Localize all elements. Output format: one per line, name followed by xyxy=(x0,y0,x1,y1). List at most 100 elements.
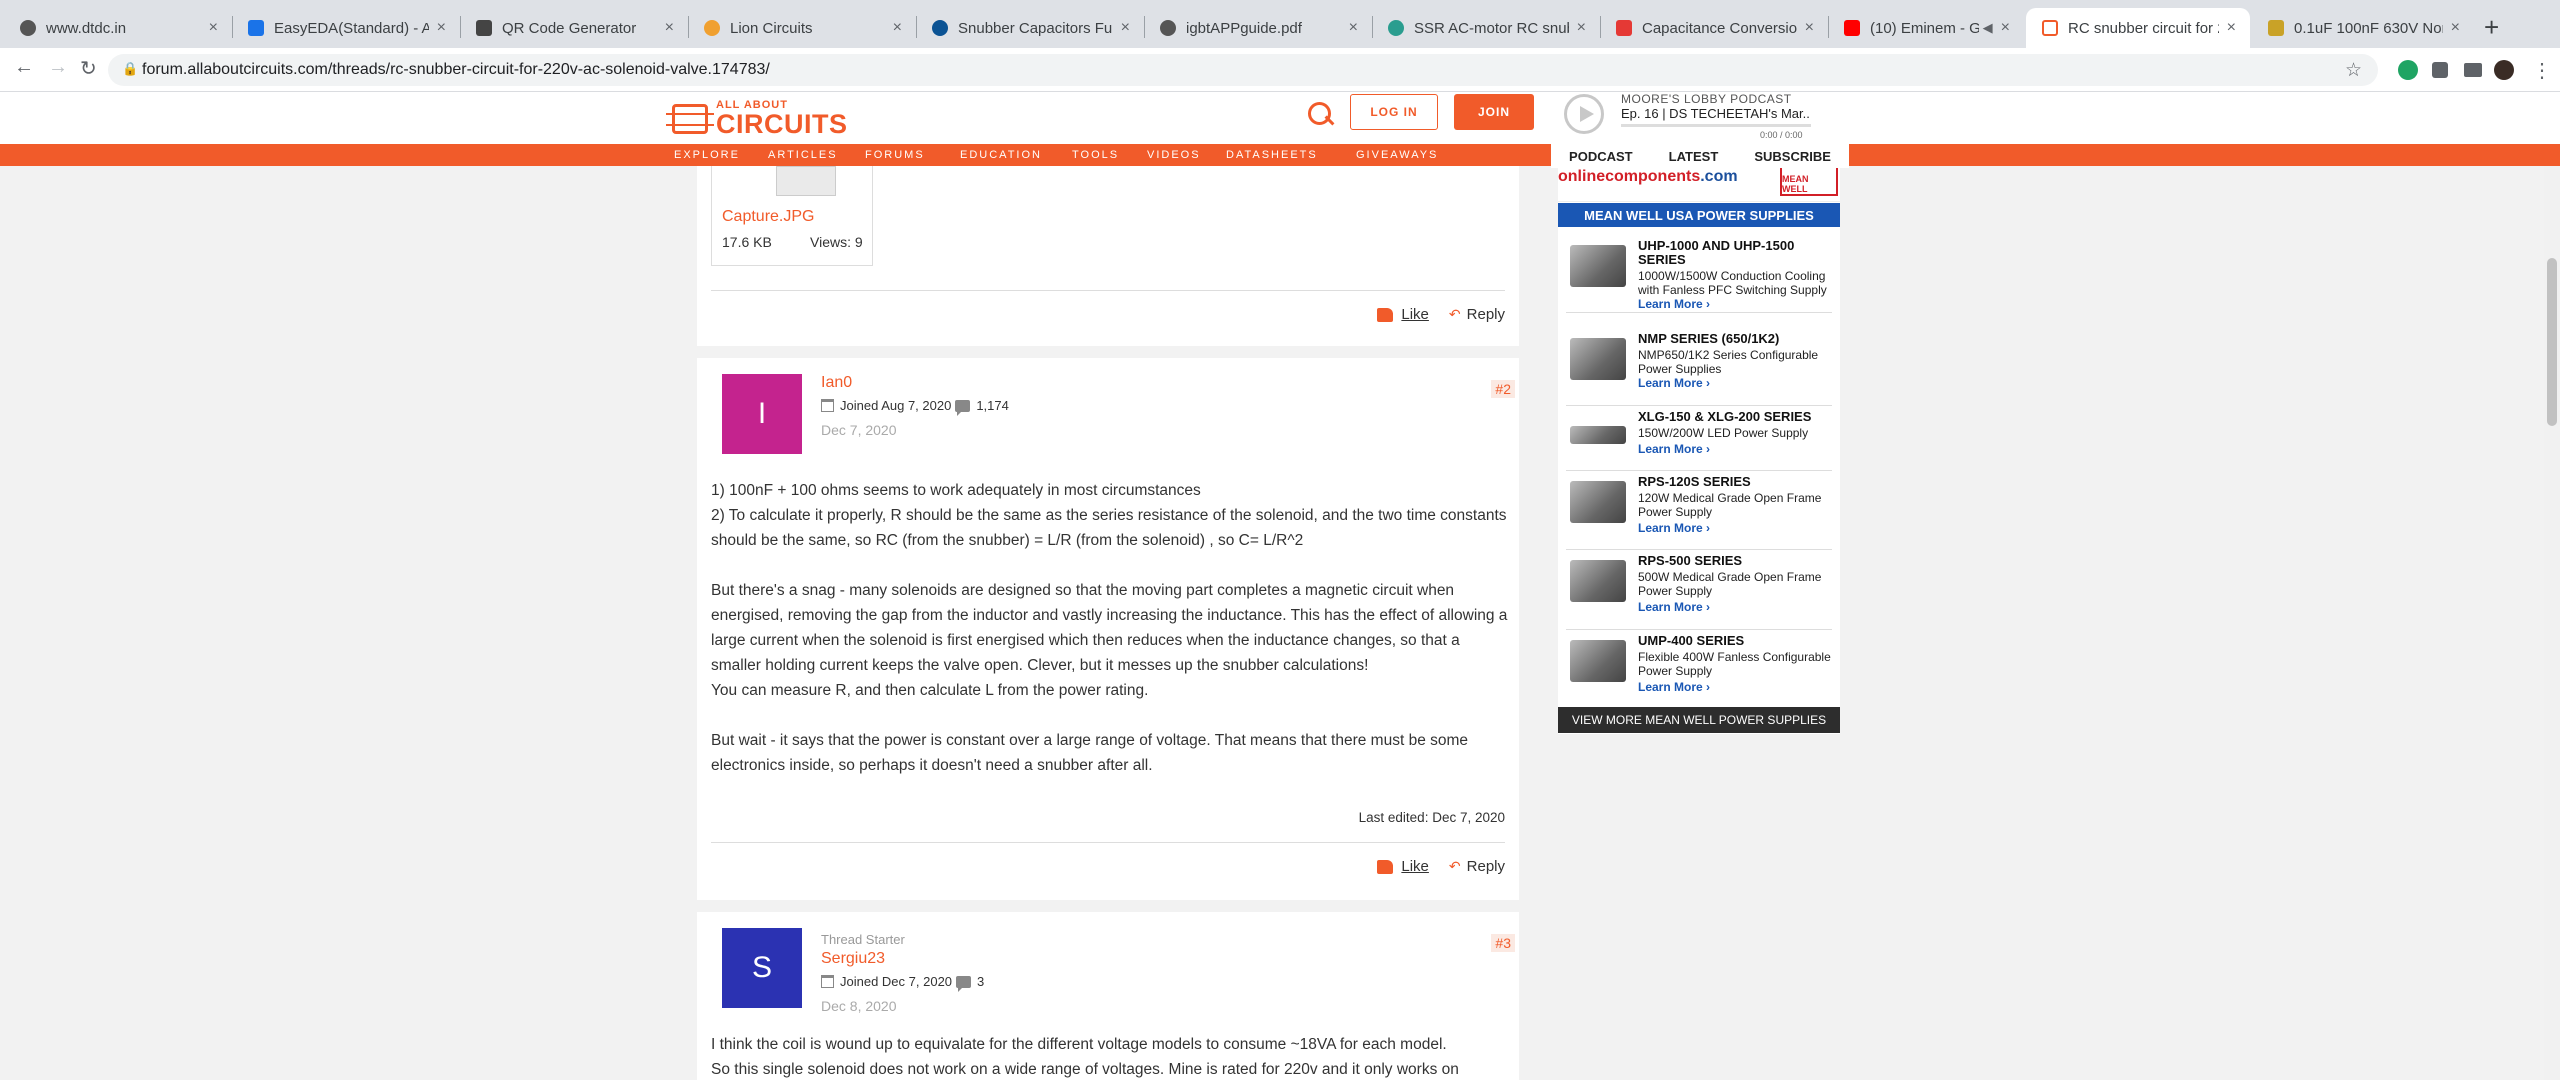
browser-tab[interactable]: igbtAPPguide.pdf × xyxy=(1144,8,1372,48)
nav-videos[interactable]: VIDEOS xyxy=(1147,149,1201,161)
tab-close-icon[interactable]: × xyxy=(437,19,446,37)
thread-starter-badge: Thread Starter xyxy=(821,932,905,947)
ad-product-title: NMP SERIES (650/1K2) xyxy=(1638,331,1780,346)
back-arrow-icon[interactable]: ← xyxy=(14,56,34,79)
attachment-card[interactable]: Capture.JPG 17.6 KB Views: 9 xyxy=(711,166,873,266)
url-text[interactable]: forum.allaboutcircuits.com/threads/rc-sn… xyxy=(142,61,770,79)
nav-forums[interactable]: FORUMS xyxy=(865,149,925,161)
login-button[interactable]: LOG IN xyxy=(1350,94,1438,130)
browser-tab[interactable]: SSR AC-motor RC snubber · × xyxy=(1372,8,1600,48)
tab-close-icon[interactable]: × xyxy=(1349,19,1358,37)
ad-learn-more-link[interactable]: Learn More › xyxy=(1638,297,1710,311)
play-icon[interactable] xyxy=(1564,94,1604,134)
browser-menu-icon[interactable]: ⋮ xyxy=(2532,58,2552,83)
browser-tab[interactable]: Lion Circuits × xyxy=(688,8,916,48)
ad-product-item[interactable]: RPS-500 SERIES 500W Medical Grade Open F… xyxy=(1566,550,1832,630)
extensions-puzzle-icon[interactable] xyxy=(2432,62,2448,78)
avatar[interactable]: S xyxy=(722,928,802,1008)
post-number[interactable]: #3 xyxy=(1491,934,1515,952)
bookmark-star-icon[interactable]: ☆ xyxy=(2345,59,2362,82)
ad-product-item[interactable]: UMP-400 SERIES Flexible 400W Fanless Con… xyxy=(1566,630,1832,708)
tab-close-icon[interactable]: × xyxy=(2451,19,2460,37)
site-logo[interactable]: ALL ABOUT CIRCUITS xyxy=(666,100,848,138)
join-button[interactable]: JOIN xyxy=(1454,94,1534,130)
podcast-episode[interactable]: Ep. 16 | DS TECHEETAH's Mar... xyxy=(1621,106,1811,121)
address-bar[interactable]: 🔒 forum.allaboutcircuits.com/threads/rc-… xyxy=(108,54,2378,86)
forward-arrow-icon[interactable]: → xyxy=(48,56,68,79)
ad-learn-more-link[interactable]: Learn More › xyxy=(1638,600,1710,614)
ad-learn-more-link[interactable]: Learn More › xyxy=(1638,680,1710,694)
ad-learn-more-link[interactable]: Learn More › xyxy=(1638,521,1710,535)
calendar-icon xyxy=(821,975,834,988)
avatar[interactable]: I xyxy=(722,374,802,454)
nav-explore[interactable]: EXPLORE xyxy=(674,149,740,161)
tab-latest[interactable]: LATEST xyxy=(1669,149,1719,164)
tab-close-icon[interactable]: × xyxy=(1577,19,1586,37)
post-number[interactable]: #2 xyxy=(1491,380,1515,398)
ad-product-title: UHP-1000 AND UHP-1500 SERIES xyxy=(1638,238,1795,267)
browser-tab[interactable]: Snubber Capacitors Functio × xyxy=(916,8,1144,48)
tab-audio-icon[interactable]: ◀ xyxy=(1983,20,1993,36)
browser-tab-active[interactable]: RC snubber circuit for 220V × xyxy=(2026,8,2250,48)
ad-learn-more-link[interactable]: Learn More › xyxy=(1638,442,1710,456)
nav-education[interactable]: EDUCATION xyxy=(960,149,1042,161)
ad-brand-domain: .com xyxy=(1700,168,1738,185)
podcast-progress-bar[interactable] xyxy=(1621,124,1811,127)
attachment-name[interactable]: Capture.JPG xyxy=(722,208,814,226)
tab-favicon-icon xyxy=(248,20,264,36)
reply-button[interactable]: Reply xyxy=(1467,858,1505,875)
profile-avatar[interactable] xyxy=(2494,60,2514,80)
post-username[interactable]: Sergiu23 xyxy=(821,950,885,968)
nav-articles[interactable]: ARTICLES xyxy=(768,149,838,161)
page-scrollbar-thumb[interactable] xyxy=(2547,258,2557,426)
like-icon[interactable] xyxy=(1377,307,1394,322)
nav-giveaways[interactable]: GIVEAWAYS xyxy=(1356,149,1438,161)
tab-close-icon[interactable]: × xyxy=(1121,19,1130,37)
reply-icon[interactable]: ↶ xyxy=(1449,306,1461,323)
tab-close-icon[interactable]: × xyxy=(209,19,218,37)
grammarly-extension-icon[interactable] xyxy=(2398,60,2418,80)
tab-podcast[interactable]: PODCAST xyxy=(1569,149,1633,164)
post-paragraph: 2) To calculate it properly, R should be… xyxy=(711,507,1507,549)
post-paragraph: So this single solenoid does not work on… xyxy=(711,1061,1459,1078)
reading-list-icon[interactable] xyxy=(2464,63,2482,77)
tab-close-icon[interactable]: × xyxy=(1805,19,1814,37)
reply-icon[interactable]: ↶ xyxy=(1449,858,1461,875)
post-date[interactable]: Dec 7, 2020 xyxy=(821,422,897,438)
ad-view-more-button[interactable]: VIEW MORE MEAN WELL POWER SUPPLIES xyxy=(1558,707,1840,733)
reply-button[interactable]: Reply xyxy=(1467,306,1505,323)
post-date[interactable]: Dec 8, 2020 xyxy=(821,998,897,1014)
browser-tab[interactable]: QR Code Generator × xyxy=(460,8,688,48)
browser-tab[interactable]: www.dtdc.in × xyxy=(4,8,232,48)
tab-close-icon[interactable]: × xyxy=(893,19,902,37)
nav-tools[interactable]: TOOLS xyxy=(1072,149,1119,161)
ad-product-item[interactable]: XLG-150 & XLG-200 SERIES 150W/200W LED P… xyxy=(1566,406,1832,471)
post-body: I think the coil is wound up to equivala… xyxy=(711,1032,1511,1080)
tab-close-icon[interactable]: × xyxy=(2227,19,2236,37)
browser-tab[interactable]: 0.1uF 100nF 630V Non Pola × xyxy=(2252,8,2474,48)
new-tab-button[interactable]: + xyxy=(2484,12,2499,43)
ad-learn-more-link[interactable]: Learn More › xyxy=(1638,376,1710,390)
tab-subscribe[interactable]: SUBSCRIBE xyxy=(1754,149,1831,164)
like-button[interactable]: Like xyxy=(1401,306,1429,323)
nav-datasheets[interactable]: DATASHEETS xyxy=(1226,149,1318,161)
tab-close-icon[interactable]: × xyxy=(2001,19,2010,37)
like-button[interactable]: Like xyxy=(1401,858,1429,875)
post-username[interactable]: Ian0 xyxy=(821,374,852,392)
post-paragraph: But there's a snag - many solenoids are … xyxy=(711,582,1508,674)
mean-well-ad[interactable]: onlinecomponents.com MEAN WELL MEAN WELL… xyxy=(1558,166,1840,734)
tab-close-icon[interactable]: × xyxy=(665,19,674,37)
ad-product-item[interactable]: NMP SERIES (650/1K2) NMP650/1K2 Series C… xyxy=(1566,328,1832,406)
search-icon[interactable] xyxy=(1306,100,1336,130)
lock-icon[interactable]: 🔒 xyxy=(122,61,138,77)
ad-product-item[interactable]: UHP-1000 AND UHP-1500 SERIES 1000W/1500W… xyxy=(1566,235,1832,313)
browser-tab[interactable]: (10) Eminem - Godzilla f ◀ × xyxy=(1828,8,2024,48)
attachment-thumbnail[interactable] xyxy=(776,166,836,196)
forum-post: S Thread Starter Sergiu23 Joined Dec 7, … xyxy=(697,912,1519,1080)
like-icon[interactable] xyxy=(1377,859,1394,874)
ad-header[interactable]: MEAN WELL USA POWER SUPPLIES xyxy=(1558,203,1840,227)
browser-tab[interactable]: EasyEDA(Standard) - A Simp × xyxy=(232,8,460,48)
ad-product-item[interactable]: RPS-120S SERIES 120W Medical Grade Open … xyxy=(1566,471,1832,550)
reload-icon[interactable]: ↻ xyxy=(80,56,97,81)
browser-tab[interactable]: Capacitance Conversion Cal × xyxy=(1600,8,1828,48)
